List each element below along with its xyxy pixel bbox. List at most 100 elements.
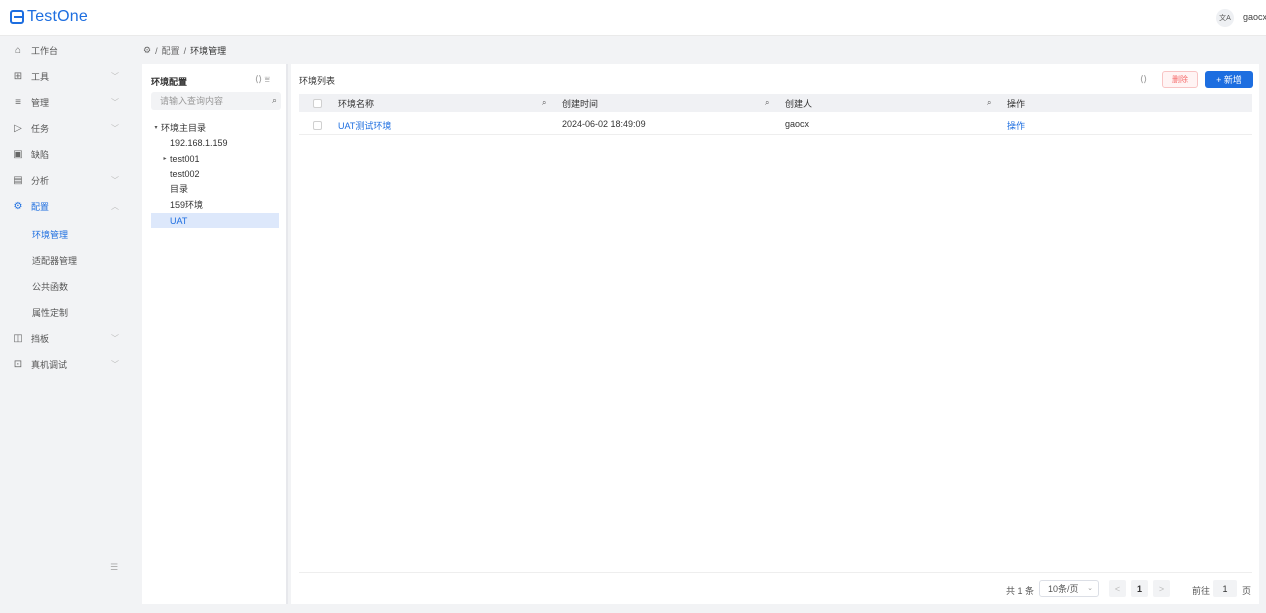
- logo-icon: [10, 10, 24, 24]
- page-number-button[interactable]: 1: [1131, 580, 1148, 597]
- refresh-icon[interactable]: ⟨⟩: [1140, 74, 1147, 85]
- total-count: 共 1 条: [1006, 586, 1035, 596]
- caret-down-icon[interactable]: ▾: [151, 124, 161, 131]
- tree-title: 环境配置: [151, 77, 188, 87]
- list-icon: ≡: [15, 96, 21, 108]
- breadcrumb-separator: /: [155, 45, 158, 56]
- search-icon[interactable]: ⌕: [987, 98, 991, 108]
- app-logo[interactable]: TestOne: [10, 8, 88, 26]
- tree-node-label: 159环境: [170, 200, 204, 210]
- sidebar-item-tasks[interactable]: ▷ 任务 ﹀: [0, 117, 130, 139]
- tree-node-label: test002: [170, 168, 200, 179]
- add-button[interactable]: + 新增: [1205, 71, 1253, 88]
- select-all-checkbox[interactable]: [313, 99, 322, 108]
- sidebar-item-mock[interactable]: ◫ 挡板 ﹀: [0, 327, 130, 349]
- breadcrumb-separator: /: [183, 45, 187, 56]
- device-icon: ⊡: [13, 358, 23, 370]
- settings-icon: ⚙: [13, 200, 23, 212]
- calendar-icon: ▤: [13, 174, 23, 186]
- sidebar-item-label: 任务: [31, 123, 50, 134]
- page-unit-label: 页: [1242, 586, 1252, 596]
- tree-node-label: 192.168.1.159: [170, 137, 228, 148]
- tree-node[interactable]: 目录: [151, 181, 279, 196]
- top-header: TestOne 文A gaocx: [0, 0, 1266, 36]
- sidebar-item-workbench[interactable]: ⌂ 工作台: [0, 39, 130, 61]
- tree-node-root[interactable]: ▾ 环境主目录: [151, 120, 279, 135]
- created-time: 2024-06-02 18:49:09: [562, 119, 646, 129]
- env-list-panel: 环境列表 ⟨⟩ 删除 + 新增 环境名称 ⌕ 创建时间 ⌕ 创建人 ⌕ 操作 U…: [291, 64, 1259, 604]
- row-checkbox[interactable]: [313, 121, 322, 130]
- column-header-created: 创建时间: [562, 98, 599, 109]
- env-name-link[interactable]: UAT测试环境: [338, 119, 391, 132]
- column-header-actions: 操作: [1007, 98, 1026, 109]
- play-icon: ▷: [14, 122, 22, 134]
- sidebar: ⌂ 工作台 ⊞ 工具 ﹀ ≡ 管理 ﹀ ▷ 任务 ﹀ ▣ 缺陷 ▤ 分析 ﹀ ⚙…: [0, 37, 130, 613]
- search-icon[interactable]: ⌕: [542, 98, 546, 108]
- sidebar-subitem-env-manage[interactable]: 环境管理: [0, 223, 130, 245]
- app-name: TestOne: [27, 8, 88, 25]
- collapse-sidebar-icon[interactable]: ☰: [110, 562, 118, 573]
- home-icon: ⌂: [14, 44, 22, 56]
- tree-node-selected[interactable]: UAT: [151, 213, 279, 228]
- panel-icon: ◫: [13, 332, 23, 344]
- tree-search-box: ⌕: [151, 92, 281, 110]
- page-size-value: 10条/页: [1048, 584, 1079, 594]
- chevron-down-icon: ⌄: [1087, 585, 1093, 592]
- language-switch-button[interactable]: 文A: [1216, 9, 1234, 27]
- tree-node[interactable]: ▸ test001: [151, 151, 279, 166]
- delete-button[interactable]: 删除: [1162, 71, 1198, 88]
- sidebar-item-label: 配置: [31, 201, 50, 212]
- sidebar-subitem-adapter-manage[interactable]: 适配器管理: [0, 249, 130, 271]
- sidebar-item-analysis[interactable]: ▤ 分析 ﹀: [0, 169, 130, 191]
- user-name[interactable]: gaocx: [1243, 12, 1266, 22]
- tree-node[interactable]: 192.168.1.159: [151, 135, 279, 150]
- tree-node[interactable]: test002: [151, 166, 279, 181]
- row-action-link[interactable]: 操作: [1007, 119, 1025, 132]
- env-tree-panel: 环境配置 ⟨⟩ ⩸ ⌕ ▾ 环境主目录 192.168.1.159 ▸ test…: [142, 64, 288, 604]
- sidebar-item-config[interactable]: ⚙ 配置 ︿: [0, 195, 130, 217]
- sidebar-subitem-attribute-custom[interactable]: 属性定制: [0, 301, 130, 323]
- tree-node-label: 环境主目录: [161, 123, 207, 133]
- chevron-down-icon: ﹀: [111, 71, 119, 81]
- sidebar-item-manage[interactable]: ≡ 管理 ﹀: [0, 91, 130, 113]
- chevron-down-icon: ﹀: [111, 359, 119, 369]
- list-title: 环境列表: [299, 76, 336, 86]
- sidebar-item-label: 管理: [31, 97, 50, 108]
- sidebar-item-label: 分析: [31, 175, 50, 186]
- table-row: UAT测试环境 2024-06-02 18:49:09 gaocx 操作: [299, 115, 1252, 135]
- sidebar-subitem-common-functions[interactable]: 公共函数: [0, 275, 130, 297]
- table-header: 环境名称 ⌕ 创建时间 ⌕ 创建人 ⌕ 操作: [299, 94, 1252, 112]
- tree-node-label: test001: [170, 153, 200, 164]
- page-size-select[interactable]: 10条/页 ⌄: [1039, 580, 1099, 597]
- sidebar-item-label: 真机调试: [31, 359, 68, 370]
- goto-page-input[interactable]: [1213, 580, 1237, 597]
- sidebar-item-label: 工具: [31, 71, 50, 82]
- caret-right-icon[interactable]: ▸: [160, 155, 170, 162]
- chevron-up-icon: ︿: [111, 201, 119, 211]
- breadcrumb-parent[interactable]: 配置: [162, 44, 180, 57]
- column-header-name: 环境名称: [338, 98, 375, 109]
- chevron-down-icon: ﹀: [111, 175, 119, 185]
- grid-icon: ⊞: [13, 70, 23, 82]
- search-icon[interactable]: ⌕: [765, 98, 769, 108]
- tree-tools-icon[interactable]: ⟨⟩ ⩸: [255, 74, 270, 85]
- chevron-down-icon: ﹀: [111, 97, 119, 107]
- sidebar-item-label: 工作台: [31, 45, 59, 56]
- pagination: 共 1 条 10条/页 ⌄ < 1 > 前往 页: [299, 572, 1252, 602]
- gear-icon: ⚙: [143, 45, 152, 55]
- breadcrumb-current: 环境管理: [190, 46, 227, 56]
- breadcrumb: ⚙ / 配置 / 环境管理: [143, 44, 230, 57]
- sidebar-item-label: 缺陷: [31, 149, 50, 160]
- tree-search-input[interactable]: [160, 96, 260, 106]
- search-icon[interactable]: ⌕: [272, 95, 277, 106]
- translate-icon: 文A: [1219, 15, 1231, 22]
- chevron-down-icon: ﹀: [111, 333, 119, 343]
- sidebar-item-tools[interactable]: ⊞ 工具 ﹀: [0, 65, 130, 87]
- sidebar-item-defects[interactable]: ▣ 缺陷: [0, 143, 130, 165]
- tree-node[interactable]: 159环境: [151, 197, 279, 212]
- prev-page-button[interactable]: <: [1109, 580, 1126, 597]
- sidebar-item-device-debug[interactable]: ⊡ 真机调试 ﹀: [0, 353, 130, 375]
- next-page-button[interactable]: >: [1153, 580, 1170, 597]
- sidebar-item-label: 挡板: [31, 333, 50, 344]
- tree-node-label: 目录: [170, 184, 189, 194]
